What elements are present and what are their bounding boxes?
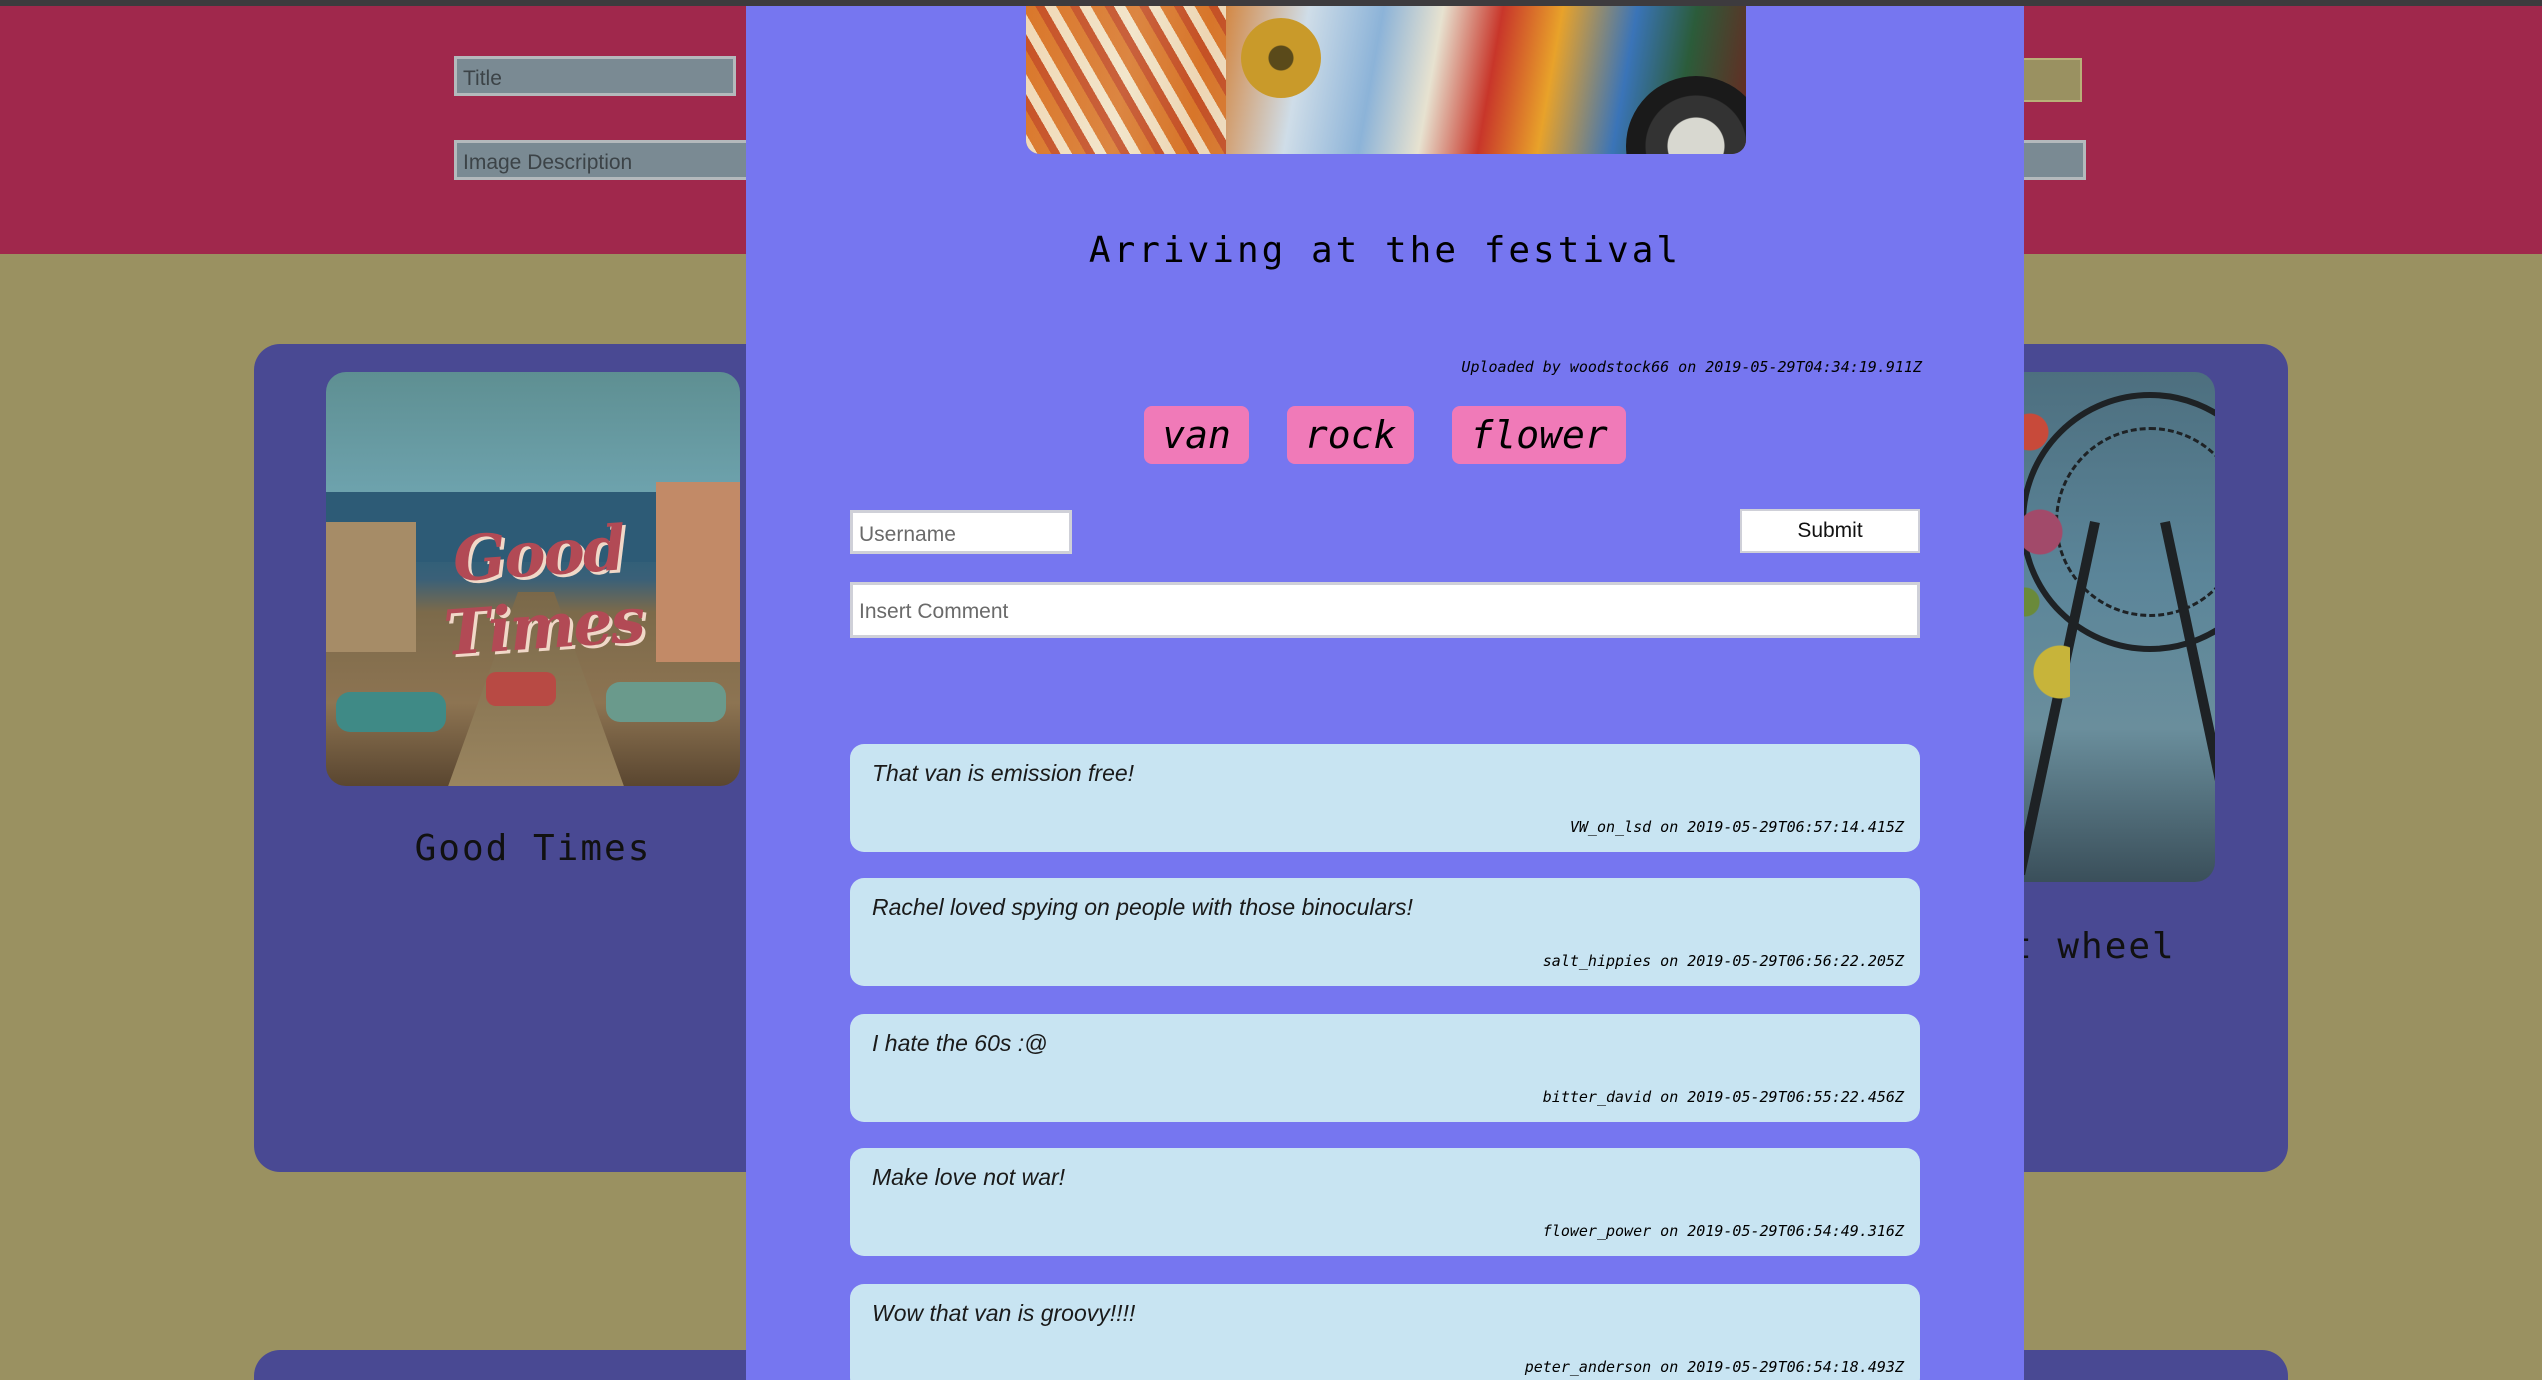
submit-button[interactable]: Submit bbox=[1740, 509, 1920, 553]
comment-meta: VW_on_lsd on 2019-05-29T06:57:14.415Z bbox=[1569, 818, 1904, 836]
comment-meta: flower_power on 2019-05-29T06:54:49.316Z bbox=[1542, 1222, 1904, 1240]
comment-text: Make love not war! bbox=[872, 1164, 1066, 1190]
comment-item: I hate the 60s :@ bitter_david on 2019-0… bbox=[850, 1014, 1920, 1122]
comment-meta: peter_anderson on 2019-05-29T06:54:18.49… bbox=[1524, 1358, 1904, 1376]
header-input-right[interactable] bbox=[2020, 140, 2086, 180]
comment-text: That van is emission free! bbox=[872, 760, 1135, 786]
card-title-ferris-wheel: t wheel bbox=[2010, 926, 2176, 967]
comment-meta: salt_hippies on 2019-05-29T06:56:22.205Z bbox=[1542, 952, 1904, 970]
hero-image-van bbox=[1026, 6, 1746, 154]
comment-text: I hate the 60s :@ bbox=[872, 1030, 1048, 1056]
comment-input[interactable]: Insert Comment bbox=[850, 582, 1920, 638]
comment-item: Make love not war! flower_power on 2019-… bbox=[850, 1148, 1920, 1256]
username-input[interactable]: Username bbox=[850, 510, 1072, 554]
car-shape bbox=[336, 692, 446, 732]
ferris-wheel-image[interactable] bbox=[2000, 372, 2215, 882]
title-input[interactable]: Title bbox=[454, 56, 736, 96]
good-times-logo-text: Good Times bbox=[441, 511, 646, 670]
image-detail-modal: Arriving at the festival Uploaded by woo… bbox=[746, 6, 2024, 1380]
tag-list: van rock flower bbox=[746, 406, 2024, 464]
comment-meta: bitter_david on 2019-05-29T06:55:22.456Z bbox=[1542, 1088, 1904, 1106]
card-title-good-times: Good Times bbox=[414, 828, 652, 869]
image-description-input[interactable]: Image Description bbox=[454, 140, 754, 180]
good-times-image[interactable]: Good Times bbox=[326, 372, 740, 786]
comment-text: Rachel loved spying on people with those… bbox=[872, 894, 1413, 920]
comment-item: Wow that van is groovy!!!! peter_anderso… bbox=[850, 1284, 1920, 1380]
car-shape bbox=[606, 682, 726, 722]
comment-item: That van is emission free! VW_on_lsd on … bbox=[850, 744, 1920, 852]
comment-text: Wow that van is groovy!!!! bbox=[872, 1300, 1136, 1326]
tag-van[interactable]: van bbox=[1144, 406, 1249, 464]
flower-decal bbox=[1241, 18, 1321, 98]
car-shape bbox=[486, 672, 556, 706]
upload-info: Uploaded by woodstock66 on 2019-05-29T04… bbox=[1461, 358, 1922, 376]
psychedelic-pattern bbox=[1026, 6, 1226, 154]
image-title: Arriving at the festival bbox=[1088, 230, 1682, 271]
header-field-right[interactable] bbox=[2020, 58, 2082, 102]
comment-item: Rachel loved spying on people with those… bbox=[850, 878, 1920, 986]
tag-flower[interactable]: flower bbox=[1452, 406, 1626, 464]
tag-rock[interactable]: rock bbox=[1286, 406, 1415, 464]
van-wheel bbox=[1626, 76, 1746, 154]
